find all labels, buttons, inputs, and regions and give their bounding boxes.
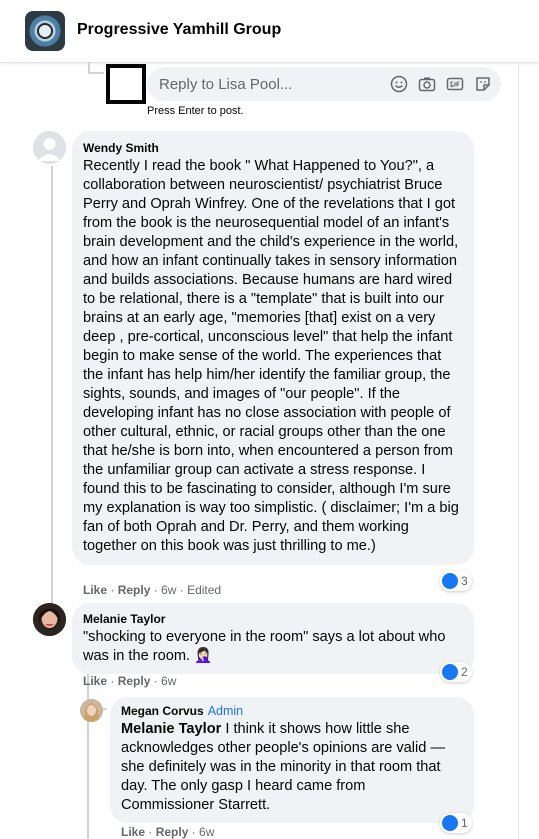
avatar-wendy-smith[interactable] bbox=[33, 131, 66, 164]
comment-author[interactable]: Melanie Taylor bbox=[83, 611, 462, 627]
emoji-icon[interactable] bbox=[390, 75, 408, 93]
like-link[interactable]: Like bbox=[83, 674, 107, 688]
comment-text: Recently I read the book " What Happened… bbox=[83, 158, 459, 554]
current-user-avatar bbox=[106, 64, 146, 104]
like-reaction-icon bbox=[442, 664, 458, 680]
group-photo-icon[interactable] bbox=[25, 11, 65, 51]
like-reaction-icon bbox=[442, 815, 458, 831]
comment-author: Megan Corvus Admin bbox=[121, 703, 462, 719]
comment-bubble: Wendy Smith Recently I read the book " W… bbox=[72, 131, 474, 565]
reaction-count[interactable]: 2 bbox=[440, 662, 472, 682]
edited-label: Edited bbox=[187, 583, 222, 597]
comment-actions: Like · Reply · 6w bbox=[83, 674, 177, 688]
admin-badge: Admin bbox=[207, 704, 244, 718]
comment-bubble: Melanie Taylor "shocking to everyone in … bbox=[72, 603, 474, 674]
sticker-icon[interactable] bbox=[474, 75, 492, 93]
comment-actions: Like · Reply · 6w · Edited bbox=[83, 583, 222, 597]
reply-link[interactable]: Reply bbox=[156, 825, 189, 839]
profile-photo-icon bbox=[80, 699, 103, 722]
comment-time[interactable]: 6w bbox=[199, 825, 214, 839]
profile-photo-icon bbox=[33, 603, 66, 636]
like-link[interactable]: Like bbox=[83, 583, 107, 597]
reply-link[interactable]: Reply bbox=[118, 674, 151, 688]
comment-time[interactable]: 6w bbox=[161, 583, 176, 597]
comment-text: Melanie Taylor I think it shows how litt… bbox=[121, 720, 462, 815]
scrollbar[interactable] bbox=[518, 62, 519, 839]
mention-link[interactable]: Melanie Taylor bbox=[121, 721, 221, 737]
group-header: Progressive Yamhill Group bbox=[0, 0, 539, 63]
default-avatar-icon bbox=[38, 138, 61, 161]
reply-author[interactable]: Megan Corvus bbox=[121, 704, 204, 718]
thread-line bbox=[51, 166, 53, 606]
reaction-count[interactable]: 1 bbox=[440, 813, 472, 833]
camera-icon[interactable] bbox=[418, 75, 436, 93]
avatar-melanie-taylor[interactable] bbox=[33, 603, 66, 636]
comment-actions: Like · Reply · 6w bbox=[121, 825, 215, 839]
reaction-count[interactable]: 3 bbox=[440, 571, 472, 591]
comment-time[interactable]: 6w bbox=[161, 674, 176, 688]
comment-text: "shocking to everyone in the room" says … bbox=[83, 629, 446, 664]
avatar-megan-corvus[interactable] bbox=[80, 699, 103, 722]
gif-icon[interactable] bbox=[446, 75, 464, 93]
press-enter-hint: Press Enter to post. bbox=[147, 105, 244, 117]
reply-composer[interactable] bbox=[147, 67, 501, 101]
reply-link[interactable]: Reply bbox=[118, 583, 151, 597]
reply-input[interactable] bbox=[159, 74, 379, 94]
reply-bubble: Megan Corvus Admin Melanie Taylor I think… bbox=[110, 697, 474, 823]
comment-author[interactable]: Wendy Smith bbox=[83, 140, 462, 156]
like-reaction-icon bbox=[442, 573, 458, 589]
group-name[interactable]: Progressive Yamhill Group bbox=[77, 21, 281, 39]
thread-line bbox=[90, 72, 104, 74]
like-link[interactable]: Like bbox=[121, 825, 145, 839]
